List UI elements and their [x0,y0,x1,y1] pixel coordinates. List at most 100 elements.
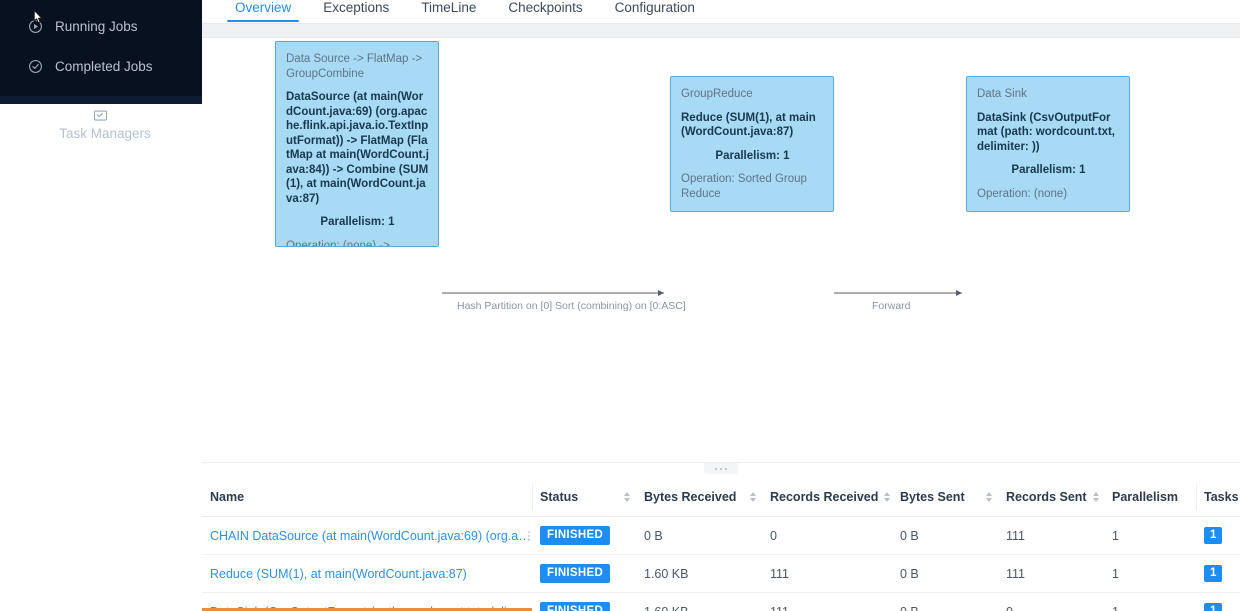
tab-timeline[interactable]: TimeLine [405,0,492,21]
cell-bytes-received: 0 B [636,517,762,555]
sidebar-item-running-jobs[interactable]: Running Jobs [0,6,202,46]
cell-bytes-sent: 0 B [892,593,998,611]
splitter-grip-icon[interactable] [704,463,738,474]
main-content: Overview Exceptions TimeLine Checkpoints… [202,0,1240,611]
column-label: Records Sent [1006,490,1087,504]
cell-bytes-received: 1.60 KB [636,593,762,611]
cell-records-received: 111 [762,555,892,593]
cell-records-received: 111 [762,593,892,611]
tasks-badge: 1 [1204,527,1222,544]
sidebar-item-task-managers[interactable]: Task Managers [0,104,202,611]
sidebar-item-completed-jobs[interactable]: Completed Jobs [0,46,202,86]
graph-node-data-source[interactable]: Data Source -> FlatMap -> GroupCombine D… [275,41,439,247]
cell-parallelism: 1 [1104,593,1196,611]
node-operation: Operation: Sorted Group Reduce [681,172,824,201]
column-label: Status [540,490,578,504]
node-parallelism: Parallelism: 1 [681,149,824,164]
sidebar: Running Jobs Completed Jobs [0,0,202,611]
tab-bar: Overview Exceptions TimeLine Checkpoints… [202,0,1240,24]
tab-configuration[interactable]: Configuration [599,0,711,21]
column-header-bytes-sent[interactable]: Bytes Sent [892,478,998,517]
column-header-bytes-received[interactable]: Bytes Received [636,478,762,517]
cell-tasks: 1 [1196,593,1240,611]
tab-overview[interactable]: Overview [219,0,307,21]
task-managers-icon [90,104,112,126]
cell-status: FINISHED [532,593,636,611]
table-body: CHAIN DataSource (at main(WordCount.java… [202,517,1240,611]
cell-records-received: 0 [762,517,892,555]
sort-toggle-icon[interactable] [884,492,890,502]
cell-status: FINISHED [532,517,636,555]
cell-records-sent: 0 [998,593,1104,611]
subtask-link[interactable]: Reduce (SUM(1), at main(WordCount.java:8… [210,567,532,581]
cell-parallelism: 1 [1104,517,1196,555]
cell-bytes-sent: 0 B [892,555,998,593]
column-header-name[interactable]: Name [202,478,532,517]
cell-bytes-sent: 0 B [892,517,998,555]
column-label: Records Received [770,490,878,504]
graph-edge-label-hash-partition: Hash Partition on [0] Sort (combining) o… [457,300,686,312]
row-grip-icon[interactable] [528,531,530,541]
cell-status: FINISHED [532,555,636,593]
column-label: Name [210,490,244,504]
node-operation: Operation: (none) [977,187,1120,202]
table-header-row: Name Status Bytes Received [202,478,1240,517]
table-row[interactable]: Reduce (SUM(1), at main(WordCount.java:8… [202,555,1240,593]
node-operation: Operation: (none) -> FlatMap -> Sorted C… [286,239,429,248]
tab-exceptions[interactable]: Exceptions [307,0,405,21]
flink-dashboard: Running Jobs Completed Jobs [0,0,1240,611]
cell-name[interactable]: CHAIN DataSource (at main(WordCount.java… [202,517,532,555]
cell-parallelism: 1 [1104,555,1196,593]
status-badge: FINISHED [540,602,610,611]
sidebar-item-label: Running Jobs [55,19,138,34]
status-badge: FINISHED [540,564,610,583]
sidebar-jobs-group: Running Jobs Completed Jobs [0,0,202,96]
node-description: Reduce (SUM(1), at main(WordCount.java:8… [681,111,824,140]
table-head: Name Status Bytes Received [202,478,1240,517]
toolbar-strip [202,24,1240,38]
sidebar-item-label: Task Managers [59,126,151,141]
subtasks-table-element: Name Status Bytes Received [202,478,1240,611]
sort-toggle-icon[interactable] [1093,492,1099,502]
sort-toggle-icon[interactable] [986,492,992,502]
completed-jobs-icon [24,55,46,77]
status-badge: FINISHED [540,526,610,545]
tasks-badge: 1 [1204,565,1222,582]
node-parallelism: Parallelism: 1 [977,163,1120,178]
column-header-parallelism[interactable]: Parallelism [1104,478,1196,517]
cell-records-sent: 111 [998,555,1104,593]
node-title: Data Source -> FlatMap -> GroupCombine [286,52,429,81]
cell-tasks: 1 [1196,517,1240,555]
tasks-badge: 1 [1204,603,1222,611]
cell-name[interactable]: Reduce (SUM(1), at main(WordCount.java:8… [202,555,532,593]
column-header-records-received[interactable]: Records Received [762,478,892,517]
cell-bytes-received: 1.60 KB [636,555,762,593]
column-label: Parallelism [1112,490,1178,504]
node-parallelism: Parallelism: 1 [286,215,429,230]
cell-records-sent: 111 [998,517,1104,555]
tab-checkpoints[interactable]: Checkpoints [492,0,598,21]
node-title: Data Sink [977,87,1120,102]
column-label: Tasks [1204,490,1239,504]
graph-edge-label-forward: Forward [872,300,911,312]
subtask-link[interactable]: CHAIN DataSource (at main(WordCount.java… [210,529,532,543]
node-description: DataSink (CsvOutputFormat (path: wordcou… [977,111,1120,155]
sort-toggle-icon[interactable] [624,492,630,502]
panel-resize-splitter[interactable] [202,462,1240,478]
column-header-status[interactable]: Status [532,478,636,517]
node-description: DataSource (at main(WordCount.java:69) (… [286,90,429,206]
sidebar-item-label: Completed Jobs [55,59,153,74]
column-header-tasks[interactable]: Tasks [1196,478,1240,517]
column-label: Bytes Sent [900,490,965,504]
node-title: GroupReduce [681,87,824,102]
sort-toggle-icon[interactable] [750,492,756,502]
graph-node-data-sink[interactable]: Data Sink DataSink (CsvOutputFormat (pat… [966,76,1130,212]
job-graph[interactable]: Data Source -> FlatMap -> GroupCombine D… [202,38,1240,462]
subtasks-table: Name Status Bytes Received [202,478,1240,611]
running-jobs-icon [24,15,46,37]
table-row[interactable]: CHAIN DataSource (at main(WordCount.java… [202,517,1240,555]
graph-node-group-reduce[interactable]: GroupReduce Reduce (SUM(1), at main(Word… [670,76,834,212]
sidebar-spacer [0,96,202,104]
cell-tasks: 1 [1196,555,1240,593]
column-header-records-sent[interactable]: Records Sent [998,478,1104,517]
